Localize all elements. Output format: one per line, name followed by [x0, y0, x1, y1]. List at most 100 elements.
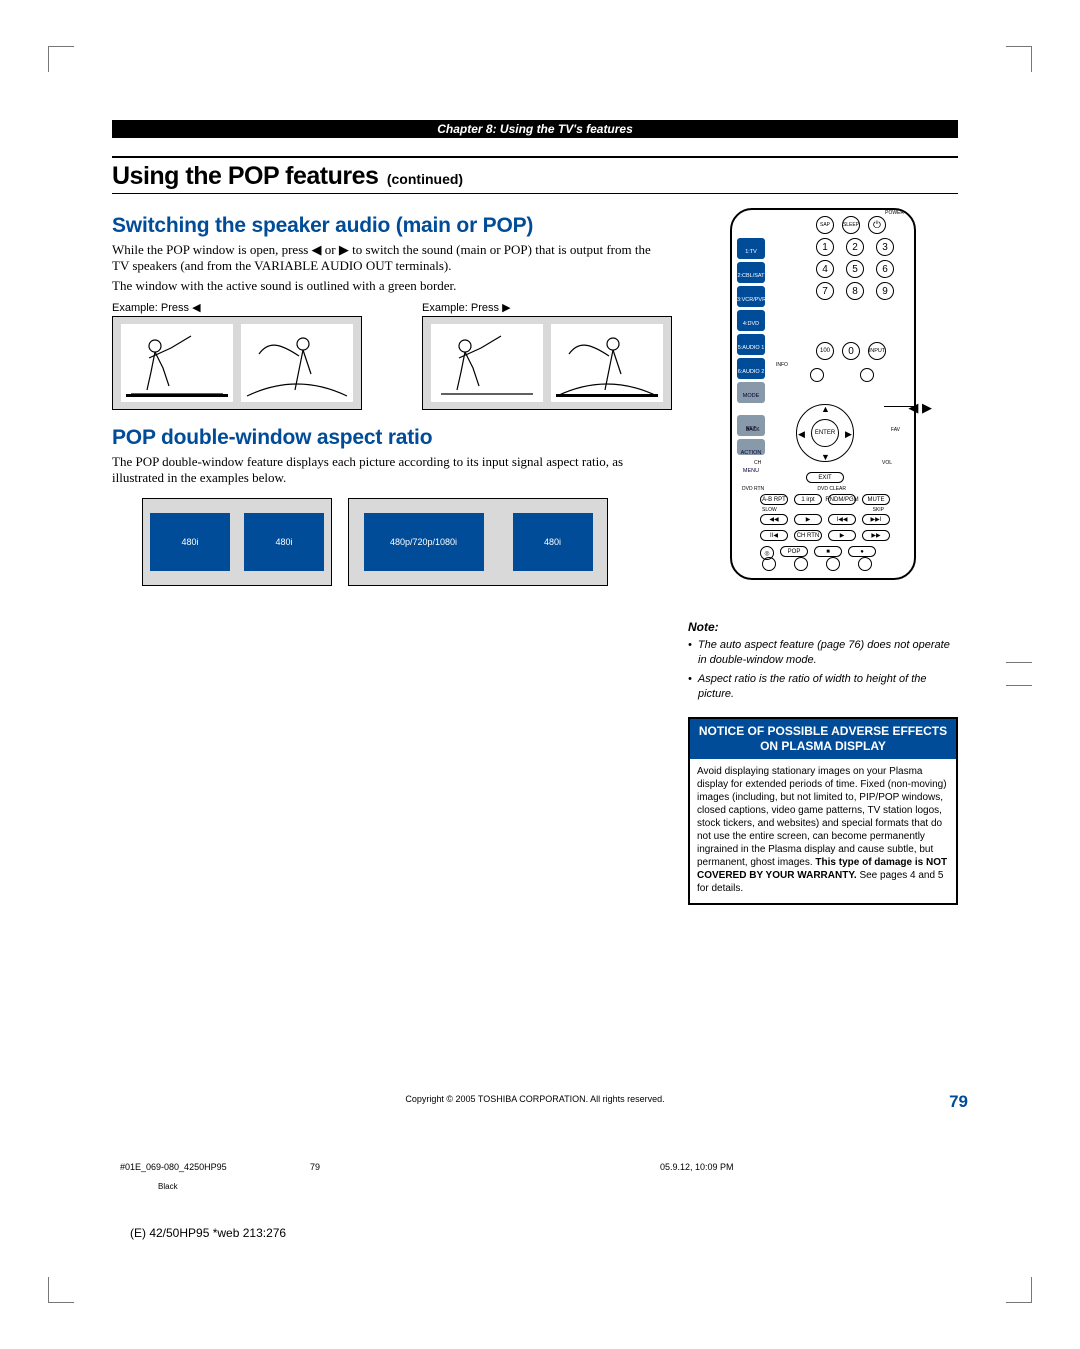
num-8: 8	[846, 282, 864, 300]
num-0: 0	[842, 342, 860, 360]
print-footer: #01E_069-080_4250HP95 79 05.9.12, 10:09 …	[120, 1162, 960, 1172]
chapter-header: Chapter 8: Using the TV's features	[112, 120, 958, 138]
num-7: 7	[816, 282, 834, 300]
note-block: Note: The auto aspect feature (page 76) …	[688, 620, 958, 701]
dpad-down-icon: ▼	[821, 452, 830, 462]
golfer-illustration-icon	[551, 324, 663, 402]
info-label: INFO	[776, 362, 788, 368]
dw-right-sub	[551, 324, 663, 402]
freeze-button	[858, 557, 872, 571]
back-label: BACK	[746, 427, 760, 433]
favscan-button	[826, 557, 840, 571]
mode-cbl: 2:CBL/SAT	[737, 262, 765, 283]
aspect-cell-a1: 480i	[150, 513, 230, 571]
plasma-notice: NOTICE OF POSSIBLE ADVERSE EFFECTS ON PL…	[688, 717, 958, 905]
fav-label: FAV	[891, 427, 900, 433]
power-icon: ⏻	[873, 220, 881, 231]
batter-illustration-icon	[121, 324, 233, 402]
hundred-button: 100	[816, 342, 834, 360]
crop-mark-tl	[48, 46, 84, 82]
section2-heading: POP double-window aspect ratio	[112, 426, 662, 450]
section1-p2: The window with the active sound is outl…	[112, 278, 662, 294]
1rpt-button: 1 irpt	[794, 494, 822, 505]
example-left-caption: Example: Press ◀	[112, 301, 362, 314]
mode-aud2: 6:AUDIO 2	[737, 358, 765, 379]
slow-fwd-button: ▶	[794, 514, 822, 525]
crop-mark-bl	[48, 1267, 84, 1303]
action-menu-button: ACTION MENU	[737, 439, 765, 455]
footer-model: (E) 42/50HP95 *web 213:276	[130, 1226, 286, 1240]
footer-page: 79	[310, 1162, 660, 1172]
stop-button: ■	[814, 546, 842, 557]
num-4: 4	[816, 260, 834, 278]
ff-button: ▶▶	[862, 530, 890, 541]
source-button	[794, 557, 808, 571]
skip-prev-button: I◀◀	[828, 514, 856, 525]
main-title: Using the POP features (continued)	[112, 156, 958, 194]
aspect-cell-b1: 480p/720p/1080i	[364, 513, 484, 571]
ch-label: CH	[754, 460, 761, 466]
enter-button: ENTER	[811, 419, 839, 447]
dw-right-main	[431, 324, 543, 402]
footer-datetime: 05.9.12, 10:09 PM	[660, 1162, 734, 1172]
menu-button	[860, 368, 874, 382]
double-window-example-left	[112, 316, 362, 410]
main-title-suffix: (continued)	[387, 171, 463, 187]
mode-tv: 1:TV	[737, 238, 765, 259]
sap-button: SAP	[816, 216, 834, 234]
abrpt-button: A-B RPT	[760, 494, 788, 505]
num-3: 3	[876, 238, 894, 256]
aspect-cell-b2: 480i	[513, 513, 593, 571]
mute-button: MUTE	[862, 494, 890, 505]
num-2: 2	[846, 238, 864, 256]
skip-label: SKIP	[873, 507, 884, 513]
aspect-example-left: 480i 480i	[142, 498, 332, 586]
crop-mark-tr	[996, 46, 1032, 82]
footer-jobid: #01E_069-080_4250HP95	[120, 1162, 310, 1172]
rec-button: ●	[848, 546, 876, 557]
crop-mark-right-mid	[1002, 662, 1032, 686]
example-right-caption: Example: Press ▶	[422, 301, 672, 314]
pill-row-1: ◀◀ ▶ I◀◀ ▶▶I	[760, 514, 890, 525]
sleep-button: SLEEP	[842, 216, 860, 234]
notice-body-pre: Avoid displaying stationary images on yo…	[697, 766, 947, 868]
section1-p1: While the POP window is open, press ◀ or…	[112, 242, 662, 275]
footer-black: Black	[158, 1182, 178, 1191]
slow-label: SLOW	[762, 507, 777, 513]
num-5: 5	[846, 260, 864, 278]
mode-aud1: 5:AUDIO 1	[737, 334, 765, 355]
section1-heading: Switching the speaker audio (main or POP…	[112, 214, 662, 238]
slow-rev-button: ◀◀	[760, 514, 788, 525]
pill-row-2: II◀ CH RTN ▶ ▶▶	[760, 530, 890, 541]
dvd-rtn-label: DVD RTN	[742, 486, 764, 492]
pop-button: POP	[780, 546, 808, 557]
notice-body: Avoid displaying stationary images on yo…	[690, 759, 956, 903]
pill-row-0: A-B RPT 1 irpt RNDM/PGM MUTE	[760, 494, 890, 505]
power-button: ⏻	[868, 216, 886, 234]
num-9: 9	[876, 282, 894, 300]
chrtn-button: CH RTN	[794, 530, 822, 541]
batter-illustration-icon	[431, 324, 543, 402]
page-number: 79	[949, 1092, 968, 1112]
power-label: POWER	[885, 210, 904, 216]
notice-title: NOTICE OF POSSIBLE ADVERSE EFFECTS ON PL…	[690, 719, 956, 759]
section2-p1: The POP double-window feature displays e…	[112, 454, 662, 487]
note-title: Note:	[688, 620, 958, 634]
mode-dvd: 4:DVD	[737, 310, 765, 331]
num-6: 6	[876, 260, 894, 278]
note-item-2: Aspect ratio is the ratio of width to he…	[698, 672, 958, 702]
picmode-button	[762, 557, 776, 571]
dpad-left-icon: ◀	[798, 429, 805, 440]
rndm-button: RNDM/PGM	[828, 494, 856, 505]
dw-left-main	[121, 324, 233, 402]
number-pad: 1 2 3 4 5 6 7 8 9	[816, 238, 898, 300]
skip-next-button: ▶▶I	[862, 514, 890, 525]
dpad-up-icon: ▲	[821, 404, 830, 414]
mode-button: MODE	[737, 382, 765, 403]
exit-button: EXIT	[806, 472, 844, 483]
vol-label: VOL	[882, 460, 892, 466]
double-window-example-right	[422, 316, 672, 410]
remote-illustration: POWER SAP SLEEP ⏻ 1:TV 2:CBL/SAT 3:VCR/P…	[730, 208, 916, 580]
mode-vcr: 3:VCR/PVR	[737, 286, 765, 307]
bottom-circle-row	[762, 557, 872, 571]
